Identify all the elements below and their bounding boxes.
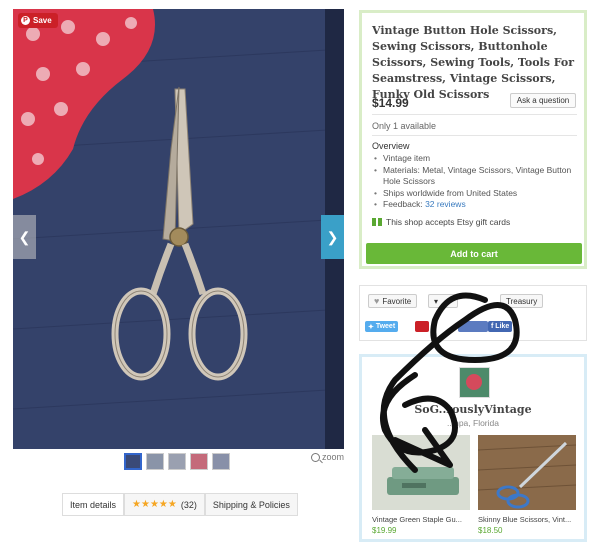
tab-shipping-policies[interactable]: Shipping & Policies bbox=[204, 493, 298, 515]
tab-reviews[interactable]: ★★★★★ (32) bbox=[124, 493, 205, 515]
thumbnail-3[interactable] bbox=[168, 453, 186, 470]
facebook-icon: f bbox=[491, 323, 494, 330]
scissors-photo bbox=[13, 9, 344, 449]
magnifier-icon bbox=[311, 452, 320, 462]
list-item: Vintage item bbox=[374, 153, 574, 165]
listing-price: $19.99 bbox=[372, 526, 397, 535]
blue-scissors-image bbox=[477, 435, 577, 510]
pin-it-button[interactable] bbox=[415, 321, 429, 332]
product-title: Vintage Button Hole Scissors, Sewing Sci… bbox=[372, 24, 575, 101]
tab-item-details-label: Item details bbox=[70, 499, 117, 510]
listing-name: Vintage Green Staple Gu... bbox=[372, 515, 462, 524]
thumbnail-5[interactable] bbox=[212, 453, 230, 470]
zoom-label: zoom bbox=[322, 452, 345, 462]
shop-location: ..mpa, Florida bbox=[447, 418, 499, 428]
previous-image-button[interactable]: ❮ bbox=[13, 215, 36, 259]
review-count: (32) bbox=[180, 499, 197, 510]
main-product-photo[interactable]: P Save ❮ ❯ bbox=[13, 9, 344, 449]
list-item: Ships worldwide from United States bbox=[374, 188, 574, 200]
tweet-button[interactable]: ✦ Tweet bbox=[365, 321, 399, 332]
save-label: Save bbox=[33, 16, 52, 25]
stapler-image bbox=[372, 435, 470, 510]
product-price: $14.99 bbox=[372, 96, 409, 110]
pinterest-icon: P bbox=[21, 16, 30, 25]
thumbnail-2[interactable] bbox=[146, 453, 164, 470]
chevron-right-icon: ❯ bbox=[326, 228, 339, 245]
thumbnail-1[interactable] bbox=[124, 453, 142, 470]
tab-item-details[interactable]: Item details bbox=[62, 493, 125, 515]
shop-panel: SoG..rouslyVintage ..mpa, Florida Vintag… bbox=[359, 354, 587, 542]
thumbnail-strip bbox=[124, 453, 230, 470]
listing-price: $18.50 bbox=[478, 526, 503, 535]
chevron-down-icon: ▾ bbox=[434, 296, 439, 306]
gift-card-icon bbox=[372, 218, 382, 226]
add-to-cart-button[interactable]: Add to cart bbox=[366, 243, 582, 264]
favorite-button[interactable]: ♥ Favorite bbox=[368, 294, 418, 308]
reviews-link[interactable]: 32 reviews bbox=[425, 199, 466, 209]
shop-name[interactable]: SoG..rouslyVintage bbox=[362, 403, 584, 416]
zoom-button[interactable]: zoom bbox=[311, 452, 344, 462]
favorite-label: Favorite bbox=[382, 296, 412, 306]
treasury-label: Treasury bbox=[506, 296, 538, 306]
share-button[interactable] bbox=[458, 321, 488, 332]
listing-card[interactable]: Vintage Green Staple Gu... $19.99 bbox=[372, 435, 470, 535]
heart-icon: ♥ bbox=[374, 296, 380, 306]
thumbnail-4[interactable] bbox=[190, 453, 208, 470]
availability-text: Only 1 available bbox=[372, 121, 437, 131]
description-preview bbox=[14, 528, 304, 542]
treasury-button[interactable]: Treasury bbox=[500, 294, 544, 308]
divider bbox=[372, 135, 577, 136]
chevron-left-icon: ❮ bbox=[18, 228, 31, 245]
divider bbox=[372, 114, 577, 115]
next-image-button[interactable]: ❯ bbox=[321, 215, 344, 259]
gift-card-text: This shop accepts Etsy gift cards bbox=[386, 217, 511, 227]
tab-shipping-label: Shipping & Policies bbox=[212, 499, 290, 510]
gift-card-notice: This shop accepts Etsy gift cards bbox=[372, 217, 510, 227]
shop-avatar[interactable] bbox=[459, 367, 490, 398]
listing-image bbox=[477, 435, 577, 510]
list-item: Materials: Metal, Vintage Scissors, Vint… bbox=[374, 165, 574, 188]
listing-image bbox=[372, 435, 470, 510]
listing-card[interactable]: Skinny Blue Scissors, Vint... $18.50 bbox=[477, 435, 577, 535]
item-tabs: Item details ★★★★★ (32) Shipping & Polic… bbox=[62, 493, 298, 516]
overview-heading: Overview bbox=[372, 141, 410, 151]
listing-name: Skinny Blue Scissors, Vint... bbox=[478, 515, 572, 524]
rating-stars-icon: ★★★★★ bbox=[132, 499, 177, 510]
overview-list: Vintage item Materials: Metal, Vintage S… bbox=[374, 153, 574, 211]
add-to-list-button[interactable]: ▾ bbox=[428, 294, 458, 308]
list-item: Feedback: 32 reviews bbox=[374, 199, 574, 211]
facebook-like-button[interactable]: f Like bbox=[488, 321, 513, 332]
social-actions-panel: ♥ Favorite ▾ Treasury ✦ Tweet f Like bbox=[359, 285, 587, 341]
save-button[interactable]: P Save bbox=[18, 13, 58, 28]
product-info-panel: Vintage Button Hole Scissors, Sewing Sci… bbox=[359, 10, 587, 269]
ask-question-button[interactable]: Ask a question bbox=[510, 93, 576, 108]
twitter-icon: ✦ bbox=[368, 323, 374, 331]
